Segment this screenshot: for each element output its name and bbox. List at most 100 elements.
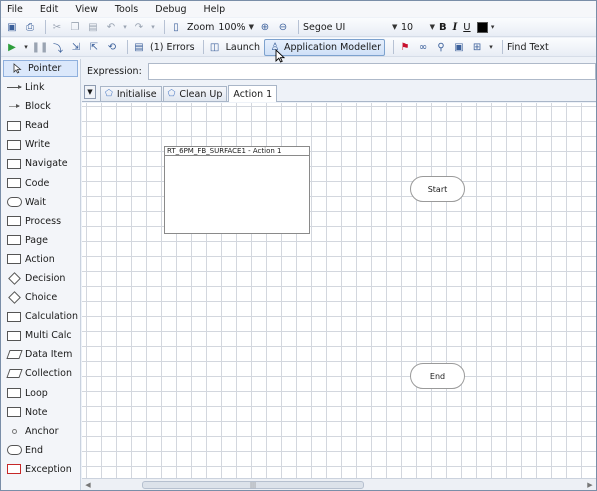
font-size-select[interactable]: 10 ▼ [401, 20, 435, 34]
palette-item-wait[interactable]: Wait [1, 193, 80, 212]
undo-dropdown-icon[interactable]: ▾ [122, 20, 128, 34]
launch-button[interactable]: Launch [226, 42, 260, 53]
tab-list-dropdown[interactable]: ▼ [84, 85, 96, 99]
menu-tools[interactable]: Tools [115, 4, 138, 15]
palette-item-label: Choice [25, 292, 58, 304]
palette-item-anchor[interactable]: Anchor [1, 422, 80, 441]
page-shape-icon [6, 235, 22, 246]
palette-item-link[interactable]: Link [1, 78, 80, 97]
grid-dropdown-icon[interactable]: ▾ [488, 40, 494, 54]
font-dropdown[interactable]: ▼ [389, 20, 397, 34]
palette-item-decision[interactable]: Decision [1, 269, 80, 288]
palette-item-block[interactable]: Block [1, 97, 80, 116]
scroll-right-icon[interactable]: ▶ [585, 480, 595, 490]
undo-icon[interactable]: ↶ [104, 20, 118, 34]
palette-item-page[interactable]: Page [1, 231, 80, 250]
palette-item-calculation[interactable]: Calculation [1, 307, 80, 326]
end-stage[interactable]: End [410, 363, 465, 389]
refresh-icon[interactable]: ⟲ [105, 40, 119, 54]
palette-item-label: Block [25, 101, 51, 113]
expression-field[interactable] [147, 62, 596, 80]
toolbar-separator [164, 20, 165, 34]
scroll-grip: ||| [249, 481, 257, 489]
redo-dropdown-icon[interactable]: ▾ [150, 20, 156, 34]
palette-item-multi-calc[interactable]: Multi Calc [1, 326, 80, 345]
chevron-down-icon: ▼ [248, 23, 254, 31]
step-over-icon[interactable]: ⇲ [69, 40, 83, 54]
zoom-label: Zoom [187, 21, 215, 33]
italic-button[interactable]: I [453, 22, 458, 33]
errors-button[interactable]: (1) Errors [150, 42, 195, 53]
palette-item-action[interactable]: Action [1, 250, 80, 269]
palette-item-pointer[interactable]: Pointer [3, 60, 78, 77]
flag-icon[interactable]: ⚑ [398, 40, 412, 54]
play-icon[interactable]: ▶ [5, 40, 19, 54]
font-select[interactable]: Segoe UI [303, 20, 385, 34]
play-dropdown-icon[interactable]: ▾ [23, 40, 29, 54]
scroll-left-icon[interactable]: ◀ [83, 480, 93, 490]
palette-item-choice[interactable]: Choice [1, 288, 80, 307]
mouse-cursor-icon [275, 49, 285, 63]
step-out-icon[interactable]: ⇱ [87, 40, 101, 54]
palette-item-label: Wait [25, 196, 46, 208]
page-info-stage[interactable]: RT_6PM_FB_SURFACE1 - Action 1 [164, 146, 310, 234]
page-tabs: ▼ ⬠ Initialise ⬠ Clean Up Action 1 [82, 84, 596, 102]
palette-item-process[interactable]: Process [1, 212, 80, 231]
find-text-button[interactable]: Find Text [507, 42, 549, 53]
palette-item-code[interactable]: Code [1, 173, 80, 192]
palette-item-read[interactable]: Read [1, 116, 80, 135]
palette-item-label: Page [25, 234, 48, 246]
cut-icon[interactable]: ✂ [50, 20, 64, 34]
color-dropdown-icon[interactable]: ▾ [490, 20, 496, 34]
chevron-down-icon: ▼ [429, 23, 435, 31]
window-icon[interactable]: ▣ [452, 40, 466, 54]
step-icon[interactable]: ⤵ [51, 40, 65, 55]
page-info-title: RT_6PM_FB_SURFACE1 - Action 1 [165, 147, 309, 156]
code-shape-icon [6, 178, 22, 189]
tab-clean-up[interactable]: ⬠ Clean Up [162, 86, 228, 101]
menu-help[interactable]: Help [204, 4, 226, 15]
zoom-out-icon[interactable]: ⊖ [276, 20, 290, 34]
palette-item-label: Link [25, 82, 45, 94]
start-label: Start [427, 184, 448, 194]
palette-item-navigate[interactable]: Navigate [1, 154, 80, 173]
search-icon[interactable]: ⚲ [434, 40, 448, 54]
tab-initialise[interactable]: ⬠ Initialise [100, 86, 162, 101]
copy-icon[interactable]: ❐ [68, 20, 82, 34]
zoom-select[interactable]: 100% ▼ [218, 20, 254, 34]
redo-icon[interactable]: ↷ [132, 20, 146, 34]
menu-debug[interactable]: Debug [155, 4, 186, 15]
palette-item-label: Collection [25, 368, 72, 380]
scroll-thumb[interactable]: ||| [142, 481, 364, 489]
pointer-shape-icon [9, 63, 25, 74]
horizontal-scrollbar[interactable]: ◀ ||| ▶ [82, 478, 596, 490]
watch-icon[interactable]: ∞ [416, 40, 430, 54]
grid-icon[interactable]: ⊞ [470, 40, 484, 54]
font-value: Segoe UI [302, 21, 346, 33]
palette-item-collection[interactable]: Collection [1, 364, 80, 383]
tab-action-1[interactable]: Action 1 [228, 85, 278, 102]
palette-item-data-item[interactable]: Data Item [1, 345, 80, 364]
palette-item-label: Multi Calc [25, 330, 72, 342]
start-stage[interactable]: Start [410, 176, 465, 202]
palette-item-exception[interactable]: Exception [1, 460, 80, 479]
menu-edit[interactable]: Edit [40, 4, 58, 15]
palette-item-end[interactable]: End [1, 441, 80, 460]
underline-button[interactable]: U [463, 22, 470, 33]
expression-bar: Expression: [82, 60, 596, 82]
paste-icon[interactable]: ▤ [86, 20, 100, 34]
end-shape-icon [6, 445, 22, 456]
zoom-in-icon[interactable]: ⊕ [258, 20, 272, 34]
bold-button[interactable]: B [439, 22, 447, 33]
palette-item-note[interactable]: Note [1, 403, 80, 422]
save-icon[interactable]: ▣ [5, 20, 19, 34]
text-color-swatch[interactable] [476, 21, 488, 33]
palette-item-loop[interactable]: Loop [1, 384, 80, 403]
palette-item-write[interactable]: Write [1, 135, 80, 154]
app-window: File Edit View Tools Debug Help ▣ ⎙ ✂ ❐ … [0, 0, 597, 491]
menu-view[interactable]: View [75, 4, 98, 15]
pause-icon[interactable]: ❚❚ [32, 40, 49, 54]
print-icon[interactable]: ⎙ [23, 20, 37, 34]
diagram-canvas[interactable]: RT_6PM_FB_SURFACE1 - Action 1 Start End [82, 103, 596, 478]
menu-file[interactable]: File [7, 4, 23, 15]
